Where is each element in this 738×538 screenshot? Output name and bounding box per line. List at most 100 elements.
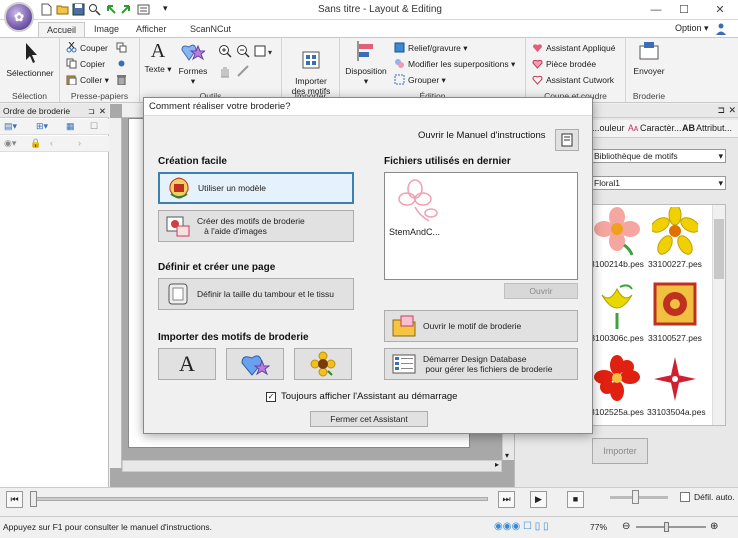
thumbnail-6[interactable]: 33103504a.pes [647, 355, 706, 425]
zoom-in-button[interactable]: ⊕ [710, 517, 718, 537]
always-show-checkbox[interactable]: ✓ [266, 392, 276, 402]
recent-files-list[interactable]: StemAndC... [384, 172, 578, 280]
zoom-slider[interactable] [636, 526, 706, 528]
user-icon[interactable] [716, 23, 726, 35]
stop-button[interactable]: ■ [567, 491, 584, 508]
move-icon[interactable]: ‹ [50, 138, 53, 148]
undo-icon[interactable] [104, 3, 117, 16]
zoom-fit-icon[interactable]: ▾ [254, 44, 274, 58]
speed-slider[interactable] [610, 496, 668, 499]
visibility-icon[interactable]: ◉▾ [4, 138, 16, 149]
scroll-down-icon[interactable]: ▾ [505, 451, 509, 460]
import-motifs-button[interactable] [294, 348, 352, 380]
thumbnail-5[interactable]: 3102525a.pes [589, 355, 645, 425]
minimize-button[interactable]: — [644, 2, 668, 18]
tab-accueil[interactable]: Accueil [38, 22, 86, 37]
import-shapes-button[interactable] [226, 348, 284, 380]
design-settings-icon[interactable] [137, 3, 150, 16]
cutwork-wizard-button[interactable]: Assistant Cutwork [532, 74, 614, 87]
pin-icon[interactable]: ⊐ [88, 104, 95, 118]
import-text-button[interactable]: A [158, 348, 216, 380]
save-icon[interactable] [72, 3, 85, 16]
tab-color[interactable]: ...ouleur [592, 123, 625, 133]
thumbnails-scrollbar[interactable] [712, 205, 725, 425]
copy-button[interactable]: Copier [66, 58, 105, 71]
scroll-right-icon[interactable]: ▸ [495, 460, 499, 469]
manual-link[interactable]: Ouvrir le Manuel d'instructions [418, 130, 545, 141]
grid-icon[interactable]: ▦ [66, 121, 75, 132]
zoom-slider-thumb[interactable] [664, 522, 669, 532]
zoom-out-button[interactable]: ⊖ [622, 517, 630, 537]
option-menu[interactable]: Option ▾ [675, 23, 709, 34]
panel-close-icon[interactable]: ✕ [99, 104, 106, 118]
new-file-icon[interactable] [40, 3, 53, 16]
duplicate-icon[interactable] [116, 42, 127, 53]
group-objects-button[interactable]: Grouper ▾ [394, 74, 446, 87]
right-close-icon[interactable]: ✕ [728, 105, 736, 116]
zoom-in-icon[interactable] [218, 44, 232, 58]
application-menu-button[interactable]: ✿ [4, 2, 34, 32]
shapes-button[interactable]: Formes ▾ [176, 40, 210, 86]
tab-image[interactable]: Image [86, 22, 127, 37]
speed-slider-thumb[interactable] [632, 490, 639, 504]
use-template-button[interactable]: Utiliser un modèle [158, 172, 354, 204]
hoop-size-button[interactable]: Définir la taille du tambour et le tissu [158, 278, 354, 310]
pan-hand-icon[interactable] [218, 64, 232, 78]
thumbnails-scroll-thumb[interactable] [714, 219, 724, 279]
tab-afficher[interactable]: Afficher [128, 22, 174, 37]
tab-character[interactable]: Caractèr... [640, 123, 682, 133]
applique-wizard-button[interactable]: Assistant Appliqué [532, 42, 615, 55]
move-down-icon[interactable]: › [78, 138, 81, 148]
box-icon[interactable]: ☐ [90, 121, 98, 132]
sort-icon[interactable]: ▤▾ [4, 121, 17, 132]
play-button[interactable]: ▶ [530, 491, 547, 508]
view-mode-icon[interactable]: ⊞▾ [36, 121, 48, 132]
thumbnail-2[interactable]: 33100227.pes [647, 207, 703, 277]
modify-overlaps-button[interactable]: Modifier les superpositions ▾ [394, 58, 515, 71]
print-preview-icon[interactable] [88, 3, 101, 16]
tab-scanncut[interactable]: ScanNCut [182, 22, 239, 37]
horizontal-scrollbar[interactable]: ▸ [122, 460, 502, 472]
patch-button[interactable]: Pièce brodée [532, 58, 596, 71]
import-designs-button[interactable]: Importer des motifs [284, 40, 338, 96]
qat-customize-icon[interactable]: ▾ [163, 3, 168, 14]
import-button[interactable]: Importer [592, 438, 648, 464]
thumbnail-4[interactable]: 33100527.pes [647, 281, 703, 351]
stitch-progress-slider[interactable] [34, 497, 488, 501]
recent-file-item[interactable]: StemAndC... [387, 177, 449, 237]
open-design-button[interactable]: Ouvrir le motif de broderie [384, 310, 578, 342]
manual-button[interactable] [555, 129, 579, 151]
open-folder-icon[interactable] [56, 3, 69, 16]
select-button[interactable]: Sélectionner [4, 42, 56, 78]
paste-button[interactable]: Coller ▾ [66, 74, 109, 87]
maximize-button[interactable]: ☐ [672, 2, 696, 18]
point-icon[interactable] [116, 58, 127, 69]
tab-character-icon[interactable]: 🗛 [628, 123, 638, 134]
stitch-slider-thumb[interactable] [30, 491, 37, 507]
cut-button[interactable]: Couper [66, 42, 108, 55]
go-to-end-button[interactable]: ⏭ [498, 491, 515, 508]
delete-icon[interactable] [116, 74, 127, 85]
tab-attribute[interactable]: Attribut... [696, 123, 732, 133]
redo-icon[interactable] [120, 3, 133, 16]
view-mode-icons[interactable]: ◉◉◉ ☐ ▯ ▯ [494, 517, 548, 537]
layout-button[interactable]: Disposition ▾ [342, 40, 390, 86]
measure-icon[interactable] [236, 64, 250, 78]
send-button[interactable]: Envoyer [628, 40, 670, 76]
close-wizard-button[interactable]: Fermer cet Assistant [310, 411, 428, 427]
library-select[interactable]: Bibliothèque de motifs [590, 149, 726, 163]
design-database-button[interactable]: Démarrer Design Database pour gérer les … [384, 348, 578, 380]
go-to-start-button[interactable]: ⏮ [6, 491, 23, 508]
auto-scroll-checkbox[interactable] [680, 492, 690, 502]
relief-button[interactable]: Relief/gravure ▾ [394, 42, 468, 55]
create-from-image-button[interactable]: Créer des motifs de broderie à l'aide d'… [158, 210, 354, 242]
zoom-out-icon[interactable] [236, 44, 250, 58]
text-button[interactable]: A Texte ▾ [142, 40, 174, 74]
category-select[interactable]: Floral1 [590, 176, 726, 190]
thumbnail-1[interactable]: 3100214b.pes [589, 207, 645, 277]
right-pin-icon[interactable]: ⊐ [717, 105, 725, 116]
close-button[interactable]: ✕ [708, 2, 732, 18]
lock-icon[interactable]: 🔒 [30, 138, 41, 149]
open-recent-button[interactable]: Ouvrir [504, 283, 578, 299]
tab-attribute-icon[interactable]: AB [682, 123, 695, 133]
